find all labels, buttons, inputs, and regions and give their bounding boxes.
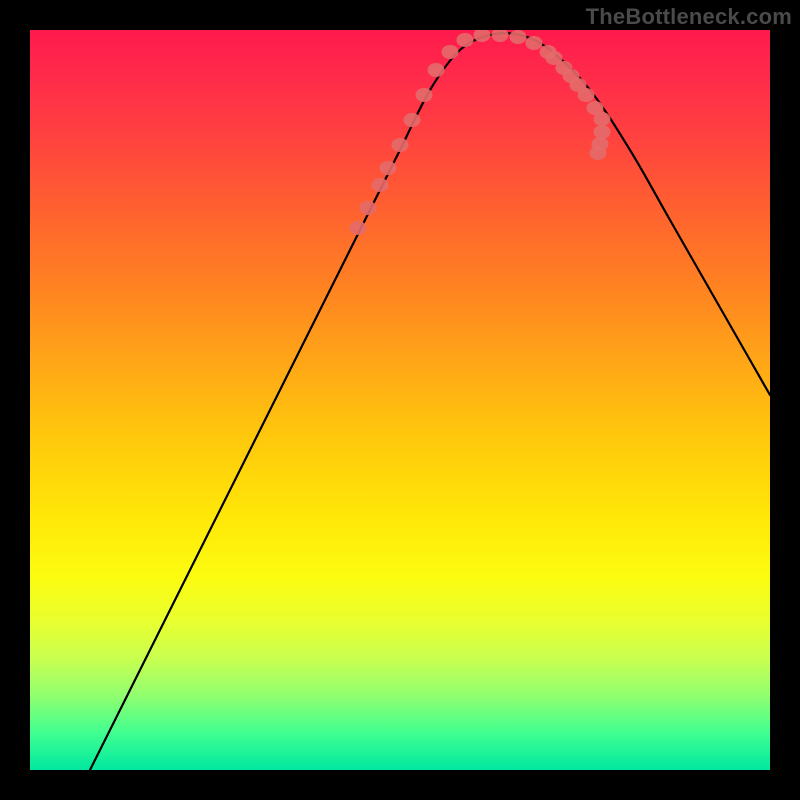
highlight-dot bbox=[442, 45, 459, 59]
highlight-dot bbox=[526, 36, 543, 50]
highlight-dot bbox=[350, 221, 367, 235]
highlight-dot bbox=[578, 88, 595, 102]
highlight-dot bbox=[590, 146, 607, 160]
highlight-dot bbox=[392, 138, 409, 152]
watermark-label: TheBottleneck.com bbox=[586, 4, 792, 30]
plot-area bbox=[30, 30, 770, 770]
highlight-dot bbox=[380, 161, 397, 175]
highlight-dot bbox=[492, 30, 509, 42]
chart-frame: TheBottleneck.com bbox=[0, 0, 800, 800]
highlight-dot bbox=[404, 113, 421, 127]
chart-svg bbox=[30, 30, 770, 770]
highlight-markers bbox=[350, 30, 611, 235]
bottleneck-curve bbox=[90, 33, 770, 770]
highlight-dot bbox=[372, 178, 389, 192]
highlight-dot bbox=[360, 201, 377, 215]
highlight-dot bbox=[594, 125, 611, 139]
highlight-dot bbox=[428, 63, 445, 77]
highlight-dot bbox=[457, 33, 474, 47]
highlight-dot bbox=[594, 112, 611, 126]
highlight-dot bbox=[416, 88, 433, 102]
highlight-dot bbox=[510, 30, 527, 44]
